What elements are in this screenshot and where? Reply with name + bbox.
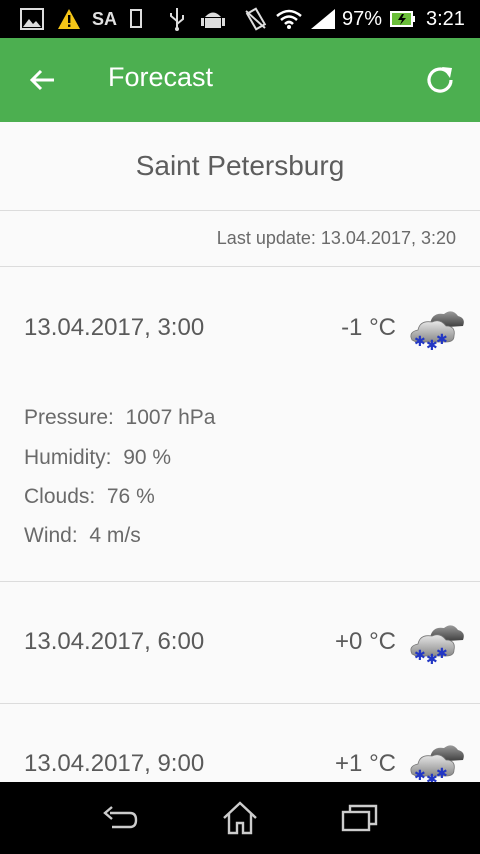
- back-button[interactable]: [22, 60, 62, 100]
- nav-back-button[interactable]: [96, 798, 144, 838]
- divider: [0, 703, 480, 704]
- wind-detail: Wind: 4 m/s: [24, 524, 141, 547]
- clouds-detail: Clouds: 76 %: [24, 485, 155, 508]
- navigation-bar: [0, 782, 480, 854]
- humidity-detail: Humidity: 90 %: [24, 446, 172, 469]
- last-update: Last update: 13.04.2017, 3:20: [216, 228, 456, 248]
- arrow-left-icon: [29, 69, 54, 91]
- svg-text:✱: ✱: [414, 334, 426, 350]
- android-icon: [200, 7, 226, 31]
- svg-text:✱: ✱: [436, 766, 448, 782]
- snow-cloud-icon: ✱ ✱ ✱: [410, 311, 464, 350]
- divider: [0, 581, 480, 582]
- vibrate-icon: [243, 7, 269, 31]
- svg-text:✱: ✱: [414, 648, 426, 664]
- forecast-date: 13.04.2017, 3:00: [24, 314, 205, 341]
- snow-cloud-icon: ✱ ✱ ✱: [410, 745, 464, 784]
- status-bar: SA 97% 3:21: [0, 0, 480, 38]
- app-bar: Forecast: [0, 38, 480, 122]
- pressure-detail: Pressure: 1007 hPa: [24, 406, 216, 429]
- sim-icon: [129, 7, 143, 31]
- city-name: Saint Petersburg: [0, 122, 480, 211]
- forecast-temp: +0 °C: [335, 628, 396, 655]
- usb-icon: [168, 7, 186, 31]
- carrier-label: SA: [92, 8, 118, 29]
- battery-charging-icon: [390, 7, 416, 31]
- forecast-date: 13.04.2017, 6:00: [24, 628, 205, 655]
- battery-percent: 97%: [342, 7, 383, 30]
- divider: [0, 266, 480, 267]
- snow-cloud-icon: ✱ ✱ ✱: [410, 625, 464, 664]
- page-title: Forecast: [108, 62, 214, 92]
- nav-recents-button[interactable]: [336, 798, 384, 838]
- wifi-icon: [276, 7, 302, 31]
- clock: 3:21: [426, 7, 465, 30]
- svg-text:✱: ✱: [436, 646, 448, 662]
- nav-home-button[interactable]: [216, 798, 264, 838]
- forecast-date: 13.04.2017, 9:00: [24, 750, 205, 777]
- home-icon: [223, 801, 257, 835]
- recents-icon: [341, 804, 378, 832]
- forecast-temp: -1 °C: [341, 314, 396, 341]
- back-icon: [103, 806, 138, 829]
- refresh-icon: [427, 67, 453, 93]
- warning-icon: [57, 7, 81, 31]
- forecast-temp: +1 °C: [335, 750, 396, 777]
- refresh-button[interactable]: [418, 58, 462, 102]
- signal-icon: [310, 7, 336, 31]
- image-icon: [20, 7, 44, 31]
- svg-text:✱: ✱: [436, 332, 448, 348]
